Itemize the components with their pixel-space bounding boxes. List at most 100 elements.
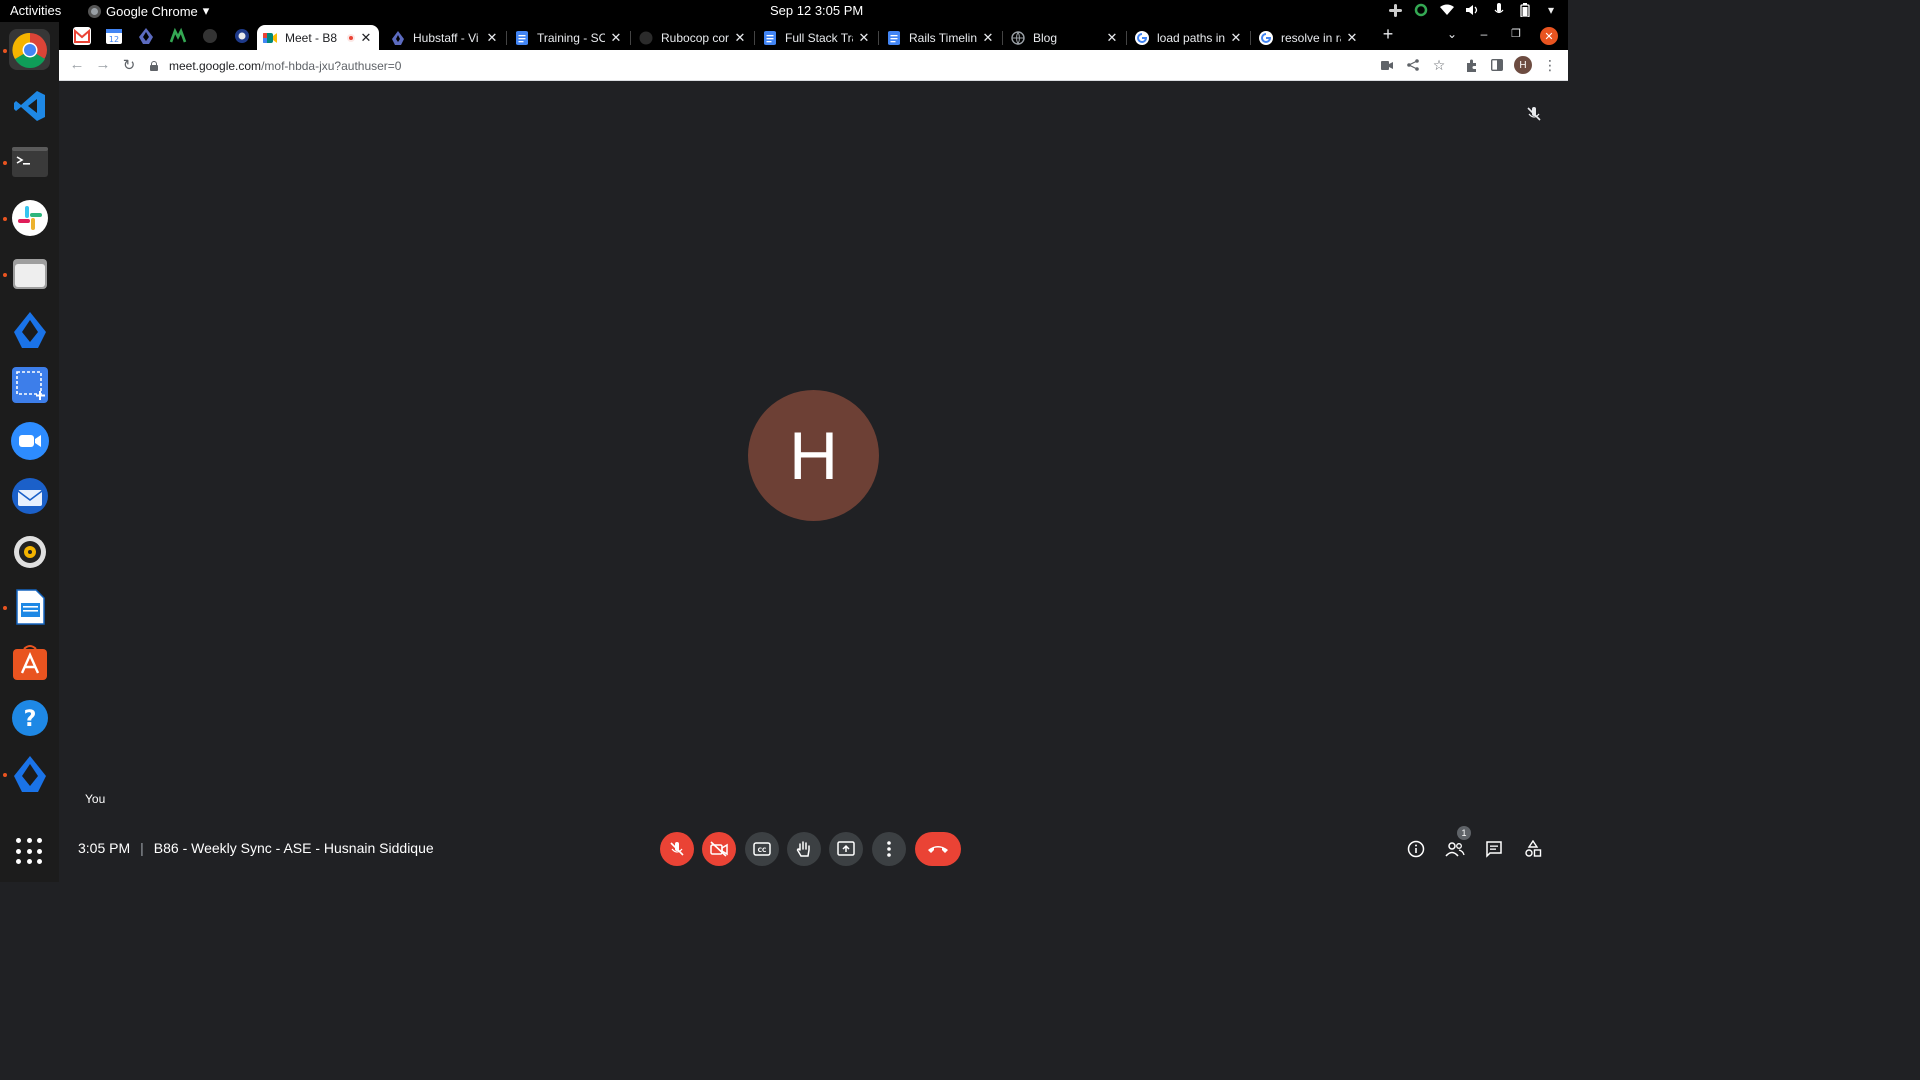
tab-close-icon[interactable]: ✕: [1105, 30, 1119, 46]
dock-hubstaff[interactable]: [9, 309, 50, 350]
system-tray[interactable]: ▾: [1388, 3, 1558, 17]
tab-hubstaff[interactable]: Hubstaff - Vi ✕: [385, 25, 505, 50]
chrome-menu-icon[interactable]: ⋮: [1542, 57, 1558, 73]
bookmark-star-icon[interactable]: ☆: [1431, 57, 1447, 73]
battery-icon[interactable]: [1518, 3, 1532, 17]
pinned-tab-github[interactable]: [201, 27, 219, 45]
more-options-button[interactable]: [872, 832, 906, 866]
app-menu[interactable]: Google Chrome ▾: [88, 3, 209, 19]
activities-button[interactable]: Activities: [10, 3, 61, 18]
mic-off-icon: [670, 842, 684, 856]
pinned-tab-gmail[interactable]: [73, 27, 91, 45]
chat-button[interactable]: [1484, 839, 1504, 859]
tab-close-icon[interactable]: ✕: [485, 30, 499, 46]
tab-separator: [754, 31, 755, 45]
slack-tray-icon[interactable]: [1388, 3, 1402, 17]
tab-search-chevron-icon[interactable]: ⌄: [1442, 27, 1462, 41]
tab-training[interactable]: Training - SO ✕: [509, 25, 629, 50]
tab-resolve[interactable]: resolve in rai ✕: [1253, 25, 1365, 50]
raise-hand-button[interactable]: [787, 832, 821, 866]
dock-chrome[interactable]: [9, 29, 50, 70]
system-menu-caret-icon[interactable]: ▾: [1544, 3, 1558, 17]
tab-close-icon[interactable]: ✕: [1345, 30, 1359, 46]
tab-close-icon[interactable]: ✕: [733, 30, 747, 46]
tab-meet[interactable]: Meet - B8 ✕: [257, 25, 379, 50]
closed-captions-icon: CC: [753, 842, 771, 856]
dock-files[interactable]: [9, 253, 50, 294]
back-icon[interactable]: ←: [67, 56, 87, 73]
lock-icon[interactable]: [149, 60, 159, 71]
window-close-icon[interactable]: ✕: [1540, 27, 1558, 45]
minimize-icon[interactable]: –: [1474, 27, 1494, 41]
toggle-camera-button[interactable]: [702, 832, 736, 866]
running-indicator: [3, 49, 7, 53]
profile-avatar[interactable]: H: [1514, 56, 1532, 74]
share-icon[interactable]: [1405, 57, 1421, 73]
extensions-icon[interactable]: [1463, 57, 1479, 73]
restore-icon[interactable]: ❐: [1506, 27, 1526, 40]
volume-icon[interactable]: [1466, 3, 1480, 17]
pinned-tab-calendar[interactable]: 12: [105, 27, 123, 45]
tab-close-icon[interactable]: ✕: [981, 30, 995, 46]
recording-indicator-icon: [347, 33, 355, 42]
tab-blog[interactable]: Blog ✕: [1005, 25, 1125, 50]
dock-terminal[interactable]: [9, 141, 50, 182]
running-indicator: [3, 773, 7, 777]
writer-icon: [15, 588, 45, 625]
hubstaff-icon: [392, 30, 404, 45]
calendar-icon: 12: [106, 29, 122, 44]
participant-avatar: H: [748, 390, 879, 521]
wifi-icon[interactable]: [1440, 3, 1454, 17]
help-icon: ?: [11, 699, 48, 736]
dock-vscode[interactable]: [9, 85, 50, 126]
sync-tray-icon[interactable]: [1414, 3, 1428, 17]
dock-rhythmbox[interactable]: [9, 531, 50, 572]
tab-full-stack[interactable]: Full Stack Tra ✕: [757, 25, 877, 50]
tab-close-icon[interactable]: ✕: [609, 30, 623, 46]
new-tab-icon[interactable]: +: [1378, 24, 1398, 45]
info-icon: [1407, 840, 1425, 858]
pinned-tab-hubstaff[interactable]: [137, 27, 155, 45]
show-applications-icon[interactable]: [16, 838, 43, 865]
activities-button[interactable]: [1523, 839, 1543, 859]
software-center-icon: [12, 644, 47, 680]
tab-close-icon[interactable]: ✕: [1229, 30, 1243, 46]
dock-screenshot[interactable]: [9, 364, 50, 405]
tab-separator: [1002, 31, 1003, 45]
tab-load-paths[interactable]: load paths in ✕: [1129, 25, 1249, 50]
tab-title: Hubstaff - Vi: [413, 30, 479, 45]
people-button[interactable]: [1445, 839, 1465, 859]
dock-writer[interactable]: [9, 586, 50, 627]
tab-close-icon[interactable]: ✕: [359, 30, 373, 46]
google-icon: [1259, 30, 1273, 45]
toggle-microphone-button[interactable]: [660, 832, 694, 866]
dock-zoom[interactable]: [9, 420, 50, 461]
forward-icon[interactable]: →: [93, 56, 113, 73]
side-panel-icon[interactable]: [1489, 57, 1505, 73]
pinned-tab-generic[interactable]: [233, 27, 251, 45]
vscode-icon: [13, 90, 45, 121]
dock-software-center[interactable]: [9, 642, 50, 683]
system-clock[interactable]: Sep 12 3:05 PM: [770, 3, 863, 18]
microphone-icon[interactable]: [1492, 3, 1506, 17]
address-bar[interactable]: meet.google.com/mof-hbda-jxu?authuser=0: [149, 53, 1379, 78]
present-screen-button[interactable]: [829, 832, 863, 866]
tab-title: Full Stack Tra: [785, 30, 853, 45]
participant-count-badge: 1: [1457, 826, 1471, 840]
leave-call-button[interactable]: [915, 832, 961, 866]
app-menu-label: Google Chrome: [106, 3, 198, 19]
dock-slack[interactable]: [9, 197, 50, 238]
dock-hubstaff-2[interactable]: [9, 753, 50, 794]
tab-separator: [630, 31, 631, 45]
dock-help[interactable]: ?: [9, 697, 50, 738]
tab-close-icon[interactable]: ✕: [857, 30, 871, 46]
dock-thunderbird[interactable]: [9, 475, 50, 516]
pinned-tab-app[interactable]: [169, 27, 187, 45]
tab-rails-timeline[interactable]: Rails Timelin ✕: [881, 25, 1001, 50]
meeting-title[interactable]: B86 - Weekly Sync - ASE - Husnain Siddiq…: [154, 840, 434, 856]
tab-rubocop[interactable]: Rubocop cor ✕: [633, 25, 753, 50]
camera-in-use-icon[interactable]: [1379, 57, 1395, 73]
meeting-details-button[interactable]: [1406, 839, 1426, 859]
captions-button[interactable]: CC: [745, 832, 779, 866]
reload-icon[interactable]: ↻: [119, 56, 139, 74]
